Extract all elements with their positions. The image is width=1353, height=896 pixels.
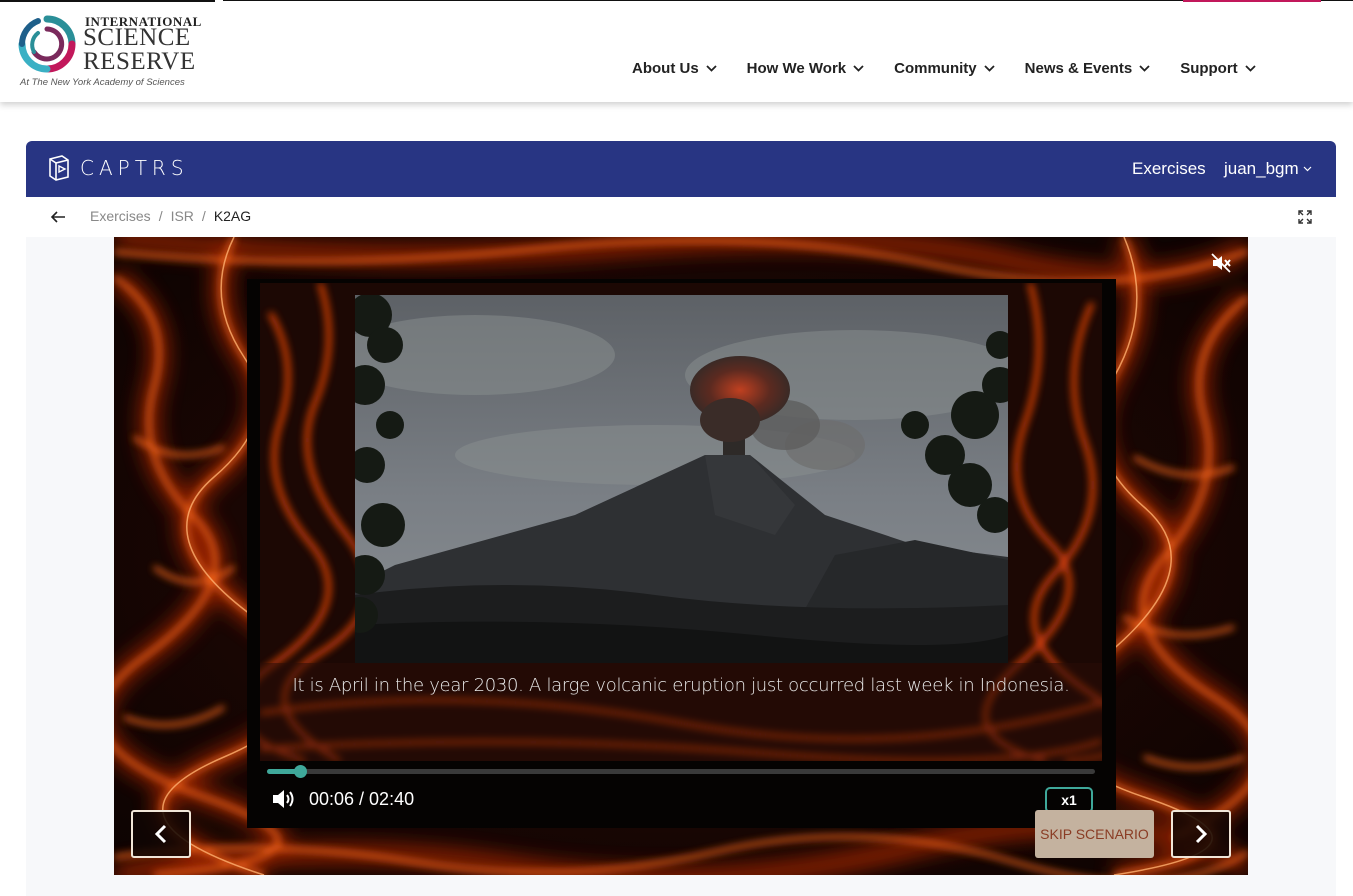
previous-button[interactable] — [131, 810, 191, 858]
breadcrumb-current: K2AG — [213, 208, 252, 224]
breadcrumb-exercises[interactable]: Exercises — [90, 208, 151, 224]
breadcrumb-separator: / — [158, 208, 163, 224]
chevron-down-icon — [1139, 65, 1150, 72]
breadcrumb-separator: / — [201, 208, 206, 224]
nav-how-we-work[interactable]: How We Work — [747, 60, 864, 77]
captrs-logo-icon — [49, 155, 69, 181]
main-nav: About Us How We Work Community News & Ev… — [632, 60, 1286, 77]
breadcrumb: Exercises / ISR / K2AG — [90, 208, 251, 224]
top-divider — [0, 0, 215, 2]
chevron-down-icon — [706, 65, 717, 72]
chevron-right-icon — [1195, 824, 1208, 844]
breadcrumb-isr[interactable]: ISR — [171, 208, 194, 224]
video-progress-bar[interactable] — [267, 765, 1095, 778]
isr-logo[interactable]: INTERNATIONAL SCIENCE RESERVE At The New… — [18, 12, 201, 92]
breadcrumb-bar: Exercises / ISR / K2AG — [26, 197, 1336, 237]
muted-speaker-icon[interactable] — [1210, 252, 1232, 274]
app-brand: CAPTRS — [80, 156, 189, 180]
nav-label: How We Work — [746, 60, 847, 77]
nav-about-us[interactable]: About Us — [632, 60, 717, 77]
captrs-logo[interactable]: CAPTRS — [48, 155, 189, 181]
user-menu[interactable]: juan_bgm — [1224, 159, 1312, 179]
isr-logo-mark-icon — [18, 15, 76, 73]
chevron-down-icon — [853, 65, 864, 72]
nav-support[interactable]: Support — [1180, 60, 1256, 77]
video-frame: It is April in the year 2030. A large vo… — [260, 283, 1102, 761]
logo-line-2: SCIENCE — [83, 24, 191, 51]
nav-label: About Us — [632, 60, 699, 77]
site-header: INTERNATIONAL SCIENCE RESERVE At The New… — [0, 0, 1353, 102]
nav-news-events[interactable]: News & Events — [1025, 60, 1151, 77]
logo-tagline: At The New York Academy of Sciences — [20, 77, 185, 88]
active-indicator — [1183, 0, 1321, 2]
fullscreen-icon[interactable] — [1298, 210, 1312, 224]
video-progress-handle[interactable] — [294, 765, 308, 778]
nav-label: Support — [1180, 60, 1238, 77]
nav-community[interactable]: Community — [894, 60, 995, 77]
volcano-video-frame — [355, 295, 1008, 663]
chevron-left-icon — [154, 824, 167, 844]
volume-icon[interactable] — [271, 787, 297, 811]
scenario-stage: It is April in the year 2030. A large vo… — [114, 237, 1248, 875]
chevron-down-icon — [1245, 65, 1256, 72]
skip-scenario-button[interactable]: SKIP SCENARIO — [1035, 810, 1154, 858]
chevron-down-icon — [984, 65, 995, 72]
nav-label: News & Events — [1024, 60, 1133, 77]
user-name: juan_bgm — [1224, 159, 1299, 178]
video-player: It is April in the year 2030. A large vo… — [247, 279, 1116, 828]
app-bar: CAPTRS Exercises juan_bgm — [26, 141, 1336, 197]
back-arrow-icon[interactable] — [50, 209, 66, 225]
video-time: 00:06 / 02:40 — [309, 789, 415, 809]
next-button[interactable] — [1171, 810, 1231, 858]
exercises-link[interactable]: Exercises — [1132, 159, 1206, 179]
nav-label: Community — [894, 60, 977, 77]
scenario-caption: It is April in the year 2030. A large vo… — [292, 675, 1070, 696]
chevron-down-icon — [1303, 166, 1312, 172]
logo-line-3: RESERVE — [83, 48, 196, 75]
